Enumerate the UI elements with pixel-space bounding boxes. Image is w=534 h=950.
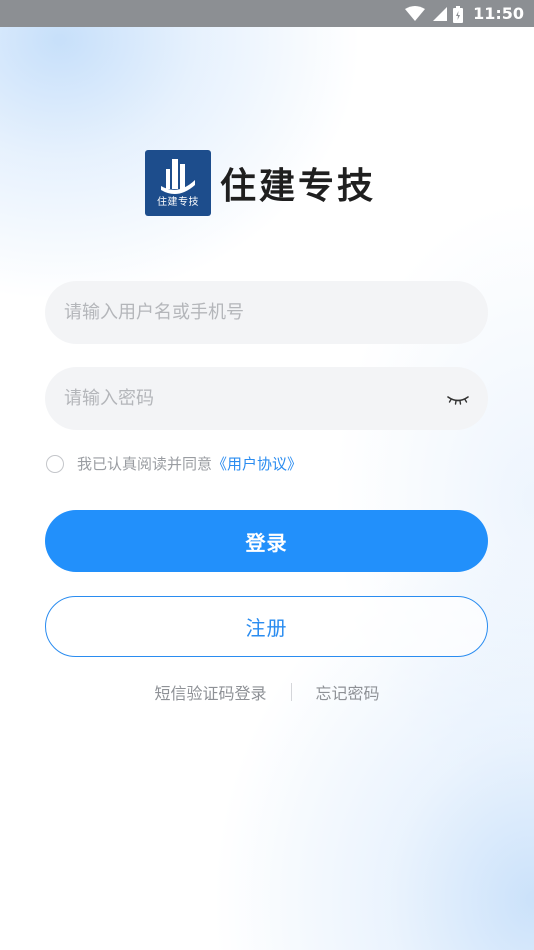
battery-icon: [453, 5, 464, 23]
agreement-row: 我已认真阅读并同意 《用户协议》: [46, 453, 302, 474]
password-field[interactable]: [45, 367, 488, 430]
wifi-icon: [405, 6, 426, 21]
username-input[interactable]: [45, 281, 488, 344]
logo-mark-text: 住建专技: [157, 197, 199, 208]
signal-icon: [433, 7, 448, 21]
login-button[interactable]: 登录: [45, 510, 488, 572]
bottom-links: 短信验证码登录 忘记密码: [0, 680, 534, 704]
status-bar: 11:50: [0, 0, 534, 27]
status-time: 11:50: [473, 4, 524, 23]
forgot-password-link[interactable]: 忘记密码: [316, 680, 380, 704]
link-divider: [290, 683, 292, 701]
building-logo-icon: 住建专技: [145, 150, 211, 216]
user-agreement-link[interactable]: 《用户协议》: [212, 453, 302, 474]
background: [0, 0, 534, 950]
sms-login-link[interactable]: 短信验证码登录: [154, 680, 266, 704]
register-button[interactable]: 注册: [45, 596, 488, 657]
brand-logo: 住建专技 住建专技: [145, 150, 376, 216]
status-icons: 11:50: [405, 4, 524, 24]
agreement-checkbox[interactable]: [46, 454, 64, 473]
eye-closed-icon[interactable]: [446, 389, 470, 409]
app-title: 住建专技: [220, 166, 377, 207]
agreement-text: 我已认真阅读并同意: [77, 455, 213, 473]
password-input[interactable]: [45, 367, 488, 430]
username-field[interactable]: [45, 281, 488, 344]
